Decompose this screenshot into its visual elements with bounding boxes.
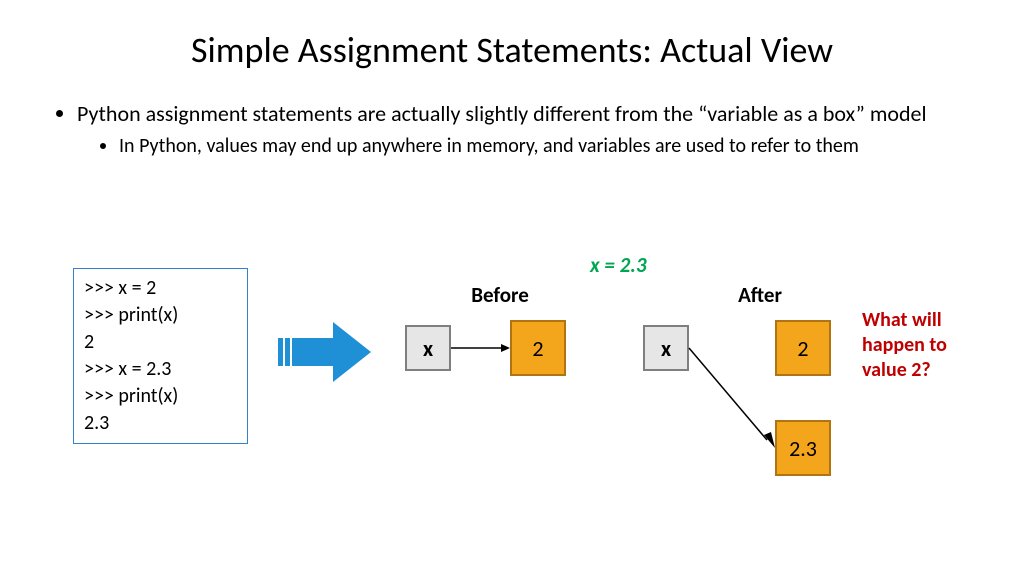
after-arrow bbox=[689, 348, 779, 458]
arrow-icon bbox=[278, 320, 373, 389]
code-line: >>> print(x) bbox=[84, 302, 237, 329]
slide-title: Simple Assignment Statements: Actual Vie… bbox=[0, 0, 1024, 72]
before-label: Before bbox=[450, 282, 550, 308]
before-val-box: 2 bbox=[510, 320, 566, 376]
bullet-list: Python assignment statements are actuall… bbox=[55, 100, 969, 159]
code-line: >>> x = 2 bbox=[84, 275, 237, 302]
assignment-text: x = 2.3 bbox=[590, 252, 647, 278]
code-line: 2 bbox=[84, 329, 237, 356]
code-line: >>> print(x) bbox=[84, 383, 237, 410]
code-line: >>> x = 2.3 bbox=[84, 356, 237, 383]
code-line: 2.3 bbox=[84, 410, 237, 437]
after-val2-box: 2.3 bbox=[775, 420, 831, 476]
code-example: >>> x = 2 >>> print(x) 2 >>> x = 2.3 >>>… bbox=[73, 268, 248, 444]
bullet-sub: In Python, values may end up anywhere in… bbox=[119, 134, 969, 159]
before-arrow bbox=[451, 338, 510, 358]
before-var-box: x bbox=[405, 325, 451, 371]
bullet-main: Python assignment statements are actuall… bbox=[77, 100, 969, 128]
after-val1-box: 2 bbox=[775, 320, 831, 376]
after-label: After bbox=[710, 282, 810, 308]
after-var-box: x bbox=[643, 325, 689, 371]
question-text: What will happen to value 2? bbox=[862, 308, 982, 383]
